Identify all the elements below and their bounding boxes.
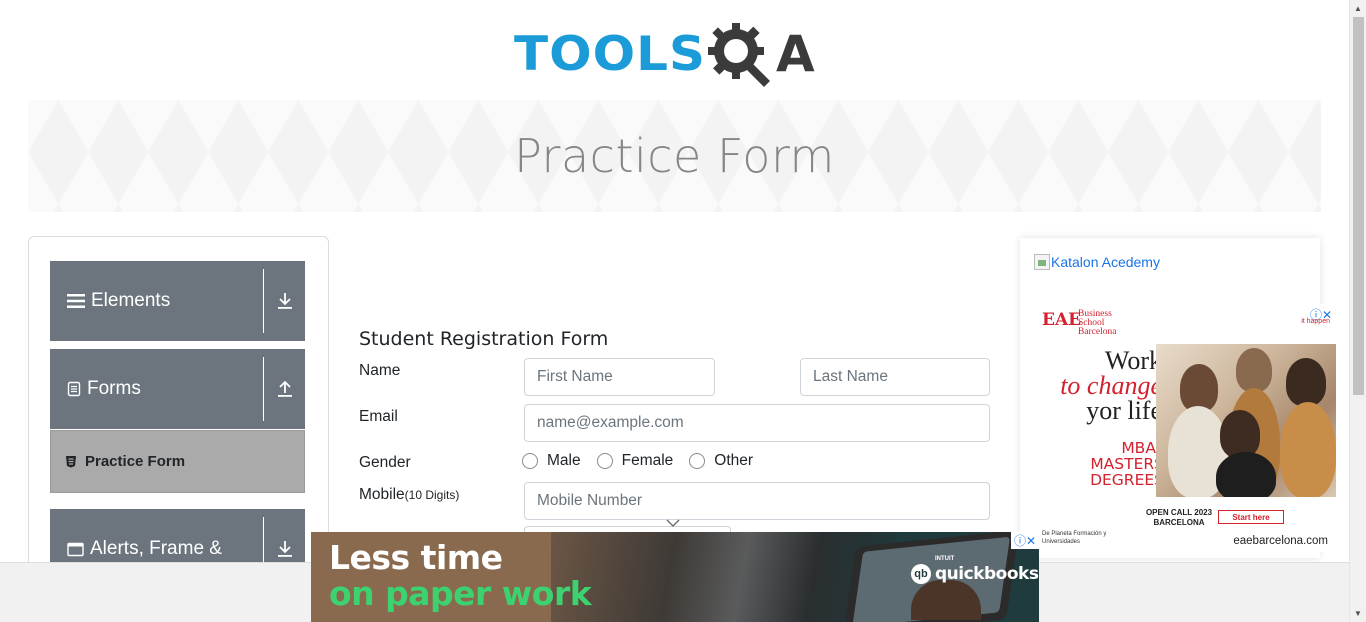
katalon-ad-link[interactable]: Katalon Acedemy xyxy=(1034,254,1160,270)
email-input[interactable] xyxy=(524,404,990,442)
name-label: Name xyxy=(359,362,401,379)
scroll-up-arrow-icon[interactable]: ▲ xyxy=(1350,0,1366,17)
sidebar-item-practice-form[interactable]: Practice Form xyxy=(50,430,305,493)
sidebar-group-elements[interactable]: Elements xyxy=(50,261,305,341)
headline-line-2: to change xyxy=(1060,371,1162,400)
gender-label: Gender xyxy=(359,454,411,471)
gender-female-label: Female xyxy=(621,452,674,469)
ad-choices-icon[interactable]: ⓘ✕ xyxy=(1010,532,1039,549)
eae-open-call: OPEN CALL 2023 BARCELONA xyxy=(1145,508,1213,527)
intuit-label: INTUIT xyxy=(935,556,955,562)
form-title: Student Registration Form xyxy=(359,328,609,350)
form-icon xyxy=(65,455,77,468)
broken-image-icon xyxy=(1034,254,1050,270)
radio-circle[interactable] xyxy=(522,453,538,469)
sidebar-group-forms-label: Forms xyxy=(87,378,141,399)
sidebar-group-label: Elements xyxy=(50,290,263,312)
document-icon xyxy=(67,381,81,397)
toolsqa-logo[interactable]: TOOLS A xyxy=(514,16,844,92)
eae-photo xyxy=(1156,344,1336,497)
gender-male-label: Male xyxy=(547,452,581,469)
logo-tools-text: TOOLS xyxy=(514,26,706,82)
quickbooks-advertisement[interactable]: Less time on paper work INTUIT qb quickb… xyxy=(311,532,1039,622)
gender-radio-male[interactable]: Male xyxy=(522,452,581,470)
gender-radio-female[interactable]: Female xyxy=(596,452,674,470)
logo-qa-letter: A xyxy=(776,25,815,83)
eae-start-here-button[interactable]: Start here xyxy=(1218,510,1284,524)
sidebar-group-label: Forms xyxy=(50,378,263,400)
last-name-input[interactable] xyxy=(800,358,990,396)
expand-down-icon[interactable] xyxy=(263,269,305,333)
collapse-up-icon[interactable] xyxy=(263,357,305,421)
eae-headline: Work to change yor life xyxy=(1060,346,1162,425)
eae-advertisement[interactable]: EAE Business School Barcelona ⓘ✕ it happ… xyxy=(1034,304,1336,552)
sidebar-group-alerts-label: Alerts, Frame & xyxy=(90,538,222,559)
gear-magnifier-icon xyxy=(708,23,770,87)
eae-hidden-text: it happen xyxy=(1301,318,1330,325)
first-name-input[interactable] xyxy=(524,358,715,396)
quickbooks-logo: INTUIT qb quickbooks xyxy=(911,556,1039,584)
vertical-scrollbar[interactable]: ▲ ▼ xyxy=(1349,0,1366,622)
sidebar-group-elements-label: Elements xyxy=(91,290,171,311)
mobile-hint: (10 Digits) xyxy=(404,488,460,502)
page-banner: Practice Form xyxy=(28,100,1321,212)
sidebar-group-label: Alerts, Frame & xyxy=(50,538,263,560)
sidebar-item-practice-form-label: Practice Form xyxy=(85,453,186,470)
ad-headline-line-2: on paper work xyxy=(329,574,592,613)
mobile-label-text: Mobile xyxy=(359,486,405,503)
program-degrees: DEGREES xyxy=(1090,471,1164,489)
radio-circle[interactable] xyxy=(596,453,613,469)
scrollbar-thumb[interactable] xyxy=(1353,17,1364,395)
radio-circle[interactable] xyxy=(689,453,706,469)
program-masters: MASTERS xyxy=(1090,455,1164,473)
gender-radio-group: Male Female Other xyxy=(522,452,769,470)
headline-line-3: yor life xyxy=(1086,396,1162,425)
program-mbas: MBAs xyxy=(1121,439,1164,457)
quickbooks-name: quickbooks xyxy=(935,564,1039,584)
gender-radio-other[interactable]: Other xyxy=(689,452,753,470)
window-icon xyxy=(67,542,84,557)
katalon-alt-text: Katalon Acedemy xyxy=(1051,254,1160,270)
gender-other-label: Other xyxy=(714,452,754,469)
ad-photo xyxy=(551,532,1020,622)
eae-logo: EAE xyxy=(1042,310,1082,330)
hamburger-icon xyxy=(67,293,85,309)
mobile-input[interactable] xyxy=(524,482,990,520)
eae-school-name: Business School Barcelona xyxy=(1078,309,1117,337)
ad-headline-line-1: Less time xyxy=(329,538,503,577)
sidebar-group-forms[interactable]: Forms xyxy=(50,349,305,429)
headline-line-1: Work xyxy=(1104,346,1162,375)
eae-sponsor: De Planeta Formación y Universidades xyxy=(1042,531,1107,545)
scroll-down-arrow-icon[interactable]: ▼ xyxy=(1350,605,1366,622)
email-label: Email xyxy=(359,408,398,425)
chevron-down-icon xyxy=(666,519,680,527)
page-title: Practice Form xyxy=(514,129,835,183)
eae-programs: MBAs MASTERS DEGREES xyxy=(1074,440,1164,488)
mobile-label: Mobile(10 Digits) xyxy=(359,486,459,504)
eae-url[interactable]: eaebarcelona.com xyxy=(1233,535,1328,547)
quickbooks-mark-icon: qb xyxy=(911,564,931,584)
